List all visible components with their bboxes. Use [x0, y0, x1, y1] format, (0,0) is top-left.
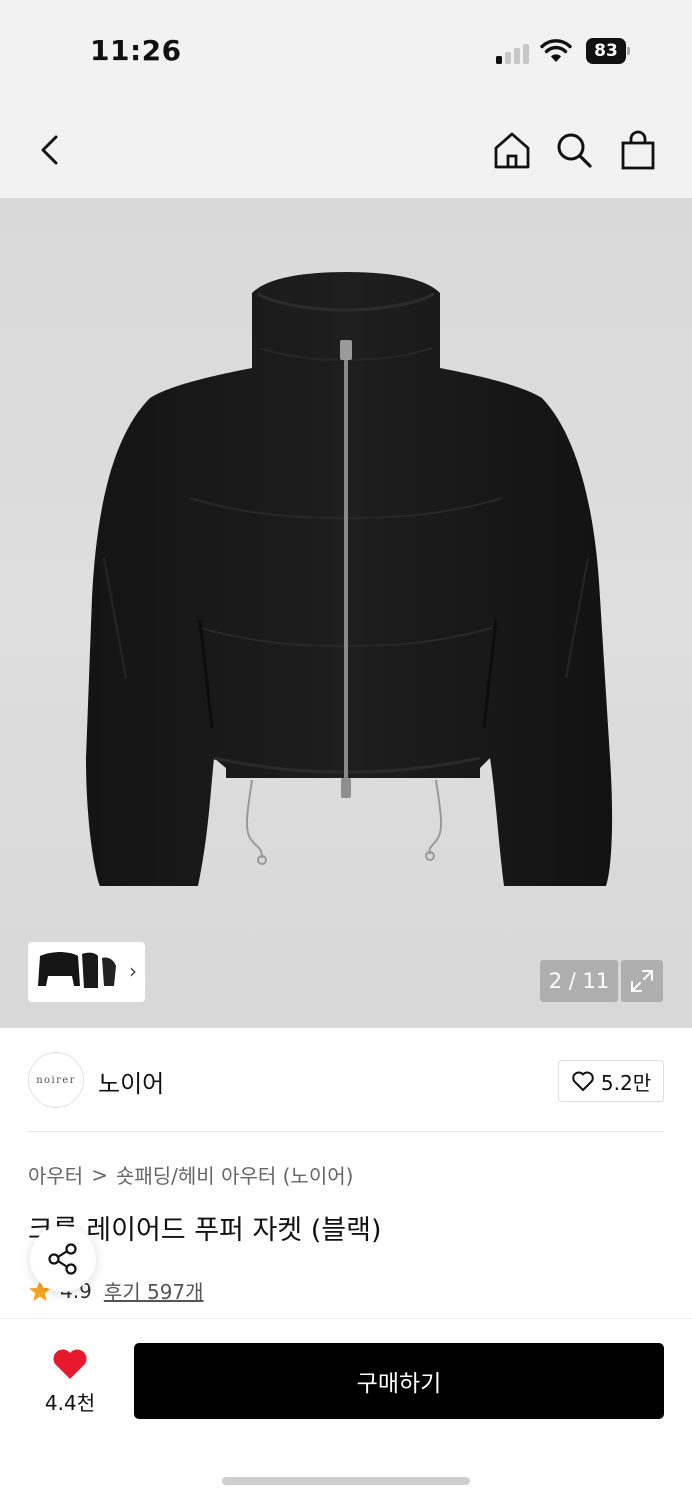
- buy-button[interactable]: 구매하기: [134, 1343, 664, 1419]
- share-icon: [48, 1243, 77, 1275]
- battery-icon: 83: [586, 38, 630, 64]
- brand-logo[interactable]: noirer: [28, 1052, 84, 1108]
- top-navigation: [0, 100, 692, 198]
- divider: [28, 1131, 664, 1132]
- home-icon[interactable]: [490, 128, 534, 172]
- breadcrumb: 아우터 > 숏패딩/헤비 아우터 (노이어): [28, 1160, 353, 1189]
- breadcrumb-separator: >: [91, 1162, 108, 1187]
- purchase-bar: 4.4천 구매하기: [0, 1318, 692, 1500]
- breadcrumb-parent[interactable]: 아우터: [28, 1160, 83, 1189]
- share-button[interactable]: [30, 1226, 96, 1292]
- back-icon[interactable]: [28, 128, 72, 172]
- brand-like-button[interactable]: 5.2만: [558, 1060, 664, 1102]
- brand-row[interactable]: noirer 노이어 5.2만: [28, 1050, 664, 1114]
- shopping-bag-icon[interactable]: [616, 128, 660, 172]
- wishlist-count: 4.4천: [44, 1391, 96, 1415]
- brand-like-count: 5.2만: [600, 1070, 652, 1095]
- brand-name[interactable]: 노이어: [98, 1064, 164, 1099]
- wifi-icon: [540, 39, 572, 62]
- image-counter: 2 / 11: [540, 960, 618, 1002]
- status-bar: 11:26 83: [0, 0, 692, 100]
- thumbnail-images: [38, 952, 116, 988]
- home-indicator: [222, 1477, 470, 1485]
- thumbnail-strip[interactable]: ›: [28, 942, 145, 1002]
- product-image: [86, 272, 613, 886]
- heart-outline-icon: [572, 1071, 594, 1091]
- wishlist-button[interactable]: 4.4천: [30, 1347, 110, 1417]
- cellular-signal-icon: [496, 42, 532, 64]
- expand-icon[interactable]: [621, 960, 663, 1002]
- breadcrumb-child[interactable]: 숏패딩/헤비 아우터 (노이어): [116, 1160, 353, 1189]
- battery-level: 83: [586, 38, 626, 64]
- reviews-link[interactable]: 후기 597개: [104, 1276, 204, 1305]
- heart-filled-icon: [53, 1349, 87, 1379]
- search-icon[interactable]: [552, 128, 596, 172]
- status-time: 11:26: [90, 34, 182, 67]
- chevron-right-icon: ›: [129, 959, 137, 983]
- product-image-gallery[interactable]: › 2 / 11: [0, 198, 692, 1028]
